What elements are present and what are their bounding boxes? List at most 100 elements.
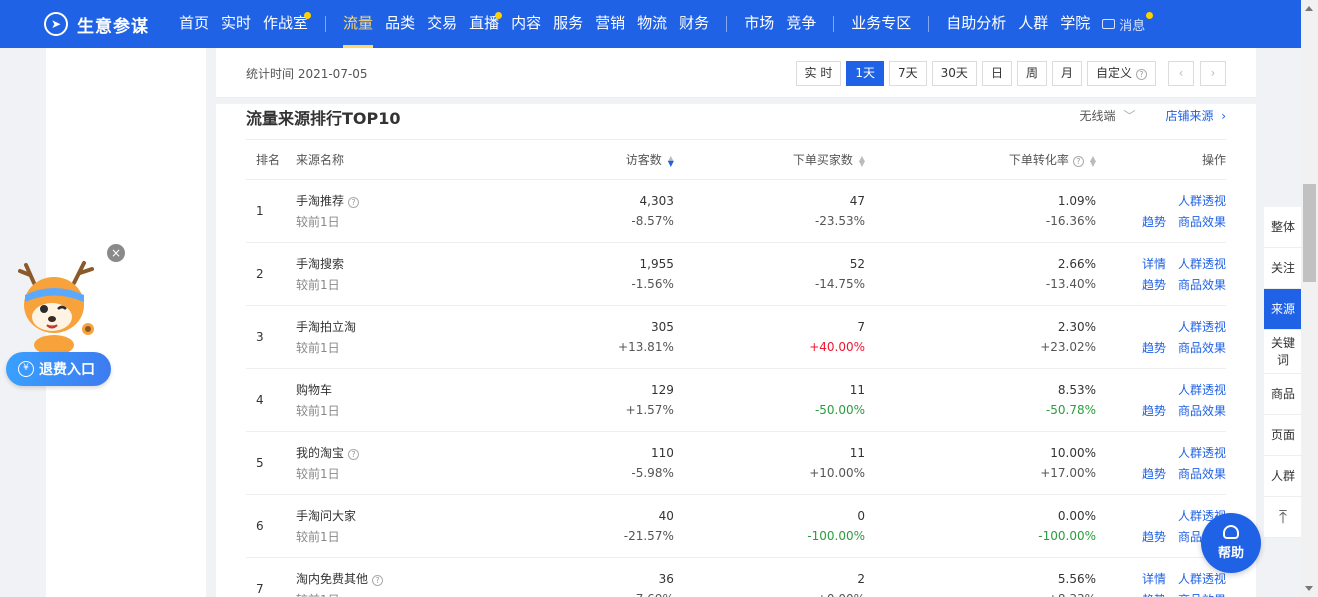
- table-row: 7淘内免费其他?较前1日36-7.69%2+0.00%5.56%+8.33%详情…: [246, 557, 1226, 597]
- help-button[interactable]: 帮助: [1201, 513, 1261, 573]
- col-buyers[interactable]: 下单买家数 ▲ ▼: [673, 139, 866, 180]
- date-range-button[interactable]: 实 时: [795, 61, 842, 86]
- side-nav-item[interactable]: 人群: [1264, 456, 1302, 497]
- conversion-value: 10.00%: [1050, 446, 1096, 460]
- col-conversion[interactable]: 下单转化率? ▲ ▼: [865, 139, 1096, 180]
- crowd-link[interactable]: 人群透视: [1178, 444, 1226, 461]
- visitors-delta: -5.98%: [631, 466, 674, 480]
- side-nav-item[interactable]: 商品: [1264, 374, 1302, 415]
- sort-icon[interactable]: ▲ ▼: [859, 154, 865, 167]
- nav-item[interactable]: 实时: [221, 0, 251, 48]
- op-spacer: [1142, 381, 1166, 398]
- page-scrollbar[interactable]: [1301, 0, 1318, 597]
- brand-logo[interactable]: ➤ 生意参谋: [44, 12, 149, 37]
- visitors-value: 4,303: [639, 194, 674, 208]
- source-name: 购物车: [296, 383, 333, 397]
- goods-effect-link[interactable]: 商品效果: [1178, 465, 1226, 482]
- col-visitors[interactable]: 访客数 ▲ ▼: [526, 139, 674, 180]
- sort-icon[interactable]: ▲ ▼: [1090, 154, 1096, 167]
- side-nav-item[interactable]: 页面: [1264, 415, 1302, 456]
- date-range-buttons: 实 时 1天 7天 30天日周月自定义? ‹ ›: [791, 61, 1226, 86]
- nav-item[interactable]: 业务专区: [851, 0, 911, 48]
- rank-cell: 6: [246, 494, 296, 558]
- nav-item[interactable]: 人群: [1018, 0, 1048, 48]
- nav-item[interactable]: 作战室: [263, 0, 312, 48]
- detail-link[interactable]: 详情: [1142, 255, 1166, 272]
- crowd-link[interactable]: 人群透视: [1178, 381, 1226, 398]
- goods-effect-link[interactable]: 商品效果: [1178, 213, 1226, 230]
- trend-link[interactable]: 趋势: [1142, 213, 1166, 230]
- section-divider: [216, 98, 1256, 104]
- messages-link[interactable]: 消息: [1102, 11, 1154, 34]
- device-select[interactable]: 无线端 ﹀: [1080, 107, 1136, 124]
- date-range-button[interactable]: 自定义?: [1086, 61, 1156, 86]
- side-nav-item[interactable]: 关键词: [1264, 330, 1302, 374]
- help-question-icon[interactable]: ?: [1072, 156, 1084, 167]
- notification-dot: [1146, 11, 1154, 19]
- conversion-cell: 1.09% -16.36%: [865, 179, 1096, 243]
- back-to-top-icon[interactable]: ⤒: [1264, 497, 1302, 538]
- side-nav-item[interactable]: 关注: [1264, 248, 1302, 289]
- prev-date-button[interactable]: ‹: [1168, 61, 1194, 86]
- nav-item[interactable]: 市场: [744, 0, 774, 48]
- date-range-button[interactable]: 月: [1051, 61, 1082, 86]
- nav-item[interactable]: 服务: [553, 0, 583, 48]
- trend-link[interactable]: 趋势: [1142, 528, 1166, 545]
- date-range-button[interactable]: 7天: [889, 61, 927, 86]
- scroll-up-icon[interactable]: [1305, 6, 1313, 11]
- help-question-icon[interactable]: ?: [348, 449, 360, 460]
- crowd-link[interactable]: 人群透视: [1178, 318, 1226, 335]
- nav-item[interactable]: 营销: [595, 0, 625, 48]
- scroll-down-icon[interactable]: [1305, 586, 1313, 591]
- shop-source-link[interactable]: 店铺来源 ›: [1166, 107, 1226, 124]
- date-range-button[interactable]: 1天: [846, 61, 885, 86]
- trend-link[interactable]: 趋势: [1142, 402, 1166, 419]
- trend-link[interactable]: 趋势: [1142, 276, 1166, 293]
- trend-link[interactable]: 趋势: [1142, 339, 1166, 356]
- trend-link[interactable]: 趋势: [1142, 591, 1166, 597]
- date-range-button[interactable]: 日: [981, 61, 1012, 86]
- visitors-value: 110: [650, 446, 674, 460]
- crowd-link[interactable]: 人群透视: [1178, 570, 1226, 587]
- date-range-button[interactable]: 30天: [931, 61, 977, 86]
- goods-effect-link[interactable]: 商品效果: [1178, 402, 1226, 419]
- buyers-cell: 2 +0.00%: [673, 557, 866, 597]
- side-nav-item[interactable]: 整体: [1264, 207, 1302, 248]
- conversion-delta: +17.00%: [1040, 466, 1096, 480]
- nav-item[interactable]: 交易: [427, 0, 457, 48]
- help-question-icon[interactable]: ?: [348, 197, 360, 208]
- nav-item[interactable]: 流量: [343, 0, 374, 48]
- next-date-button[interactable]: ›: [1200, 61, 1226, 86]
- crowd-link[interactable]: 人群透视: [1178, 192, 1226, 209]
- help-question-icon[interactable]: ?: [1136, 69, 1147, 80]
- conversion-value: 2.30%: [1057, 320, 1096, 334]
- crowd-link[interactable]: 人群透视: [1178, 255, 1226, 272]
- help-question-icon[interactable]: ?: [372, 575, 384, 586]
- side-nav-item[interactable]: 来源: [1264, 289, 1302, 330]
- refund-entry-button[interactable]: ¥ 退费入口: [6, 352, 111, 386]
- visitors-delta: -21.57%: [623, 529, 674, 543]
- nav-item[interactable]: 竞争: [786, 0, 816, 48]
- nav-item[interactable]: 学院: [1060, 0, 1090, 48]
- nav-item[interactable]: 首页: [179, 0, 209, 48]
- source-name: 手淘搜索: [296, 257, 345, 271]
- nav-item[interactable]: 财务: [679, 0, 709, 48]
- traffic-source-table: 排名 来源名称 访客数 ▲ ▼ 下单买家数 ▲ ▼ 下单转化率? ▲ ▼ 操作 1 手淘推荐?…: [246, 139, 1226, 597]
- main-card: 统计时间 2021-07-05 实 时 1天 7天 30天日周月自定义? ‹ › 流量来源…: [216, 48, 1256, 597]
- trend-link[interactable]: 趋势: [1142, 465, 1166, 482]
- nav-item[interactable]: 直播: [469, 0, 503, 48]
- table-row: 5 我的淘宝? 较前1日 110 -5.98% 11 +10.00% 10.00% +17.00…: [246, 431, 1226, 495]
- date-range-button[interactable]: 周: [1016, 61, 1047, 86]
- sort-desc-icon[interactable]: ▲ ▼: [668, 154, 674, 167]
- detail-link[interactable]: 详情: [1142, 570, 1166, 587]
- close-icon[interactable]: ×: [107, 244, 125, 262]
- nav-item[interactable]: 自助分析: [946, 0, 1006, 48]
- scroll-thumb[interactable]: [1303, 184, 1316, 282]
- nav-item[interactable]: 内容: [511, 0, 541, 48]
- compare-label: 较前1日: [296, 215, 340, 229]
- goods-effect-link[interactable]: 商品效果: [1178, 591, 1226, 597]
- nav-item[interactable]: 物流: [637, 0, 667, 48]
- goods-effect-link[interactable]: 商品效果: [1178, 276, 1226, 293]
- nav-item[interactable]: 品类: [385, 0, 415, 48]
- goods-effect-link[interactable]: 商品效果: [1178, 339, 1226, 356]
